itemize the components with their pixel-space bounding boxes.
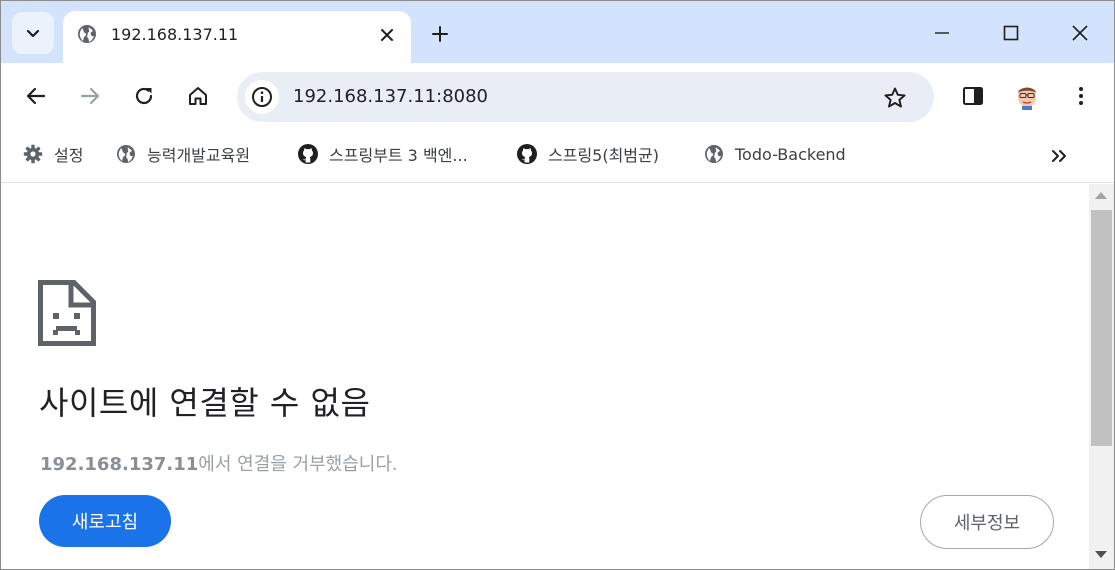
bookmark-item[interactable]: 스프링5(최범균): [516, 141, 659, 167]
globe-icon: [703, 143, 725, 165]
plus-icon: [432, 26, 448, 42]
menu-button[interactable]: [1063, 78, 1099, 114]
refresh-icon: [135, 87, 153, 105]
minimize-button[interactable]: [919, 13, 965, 53]
tab-search-button[interactable]: [12, 12, 54, 54]
close-icon: [381, 29, 393, 41]
error-host: 192.168.137.11: [40, 454, 199, 475]
browser-window: 192.168.137.11 192.168.137.11:8080 설정 능력…: [0, 0, 1115, 570]
profile-avatar-button[interactable]: [1009, 78, 1045, 114]
maximize-button[interactable]: [988, 13, 1034, 53]
double-chevron-right-icon: [1052, 150, 1066, 162]
scrollbar-thumb[interactable]: [1091, 210, 1112, 446]
arrow-right-icon: [80, 87, 100, 105]
side-panel-icon: [963, 87, 983, 105]
back-button[interactable]: [18, 78, 54, 114]
avatar-icon: [1018, 87, 1036, 110]
globe-icon: [115, 143, 137, 165]
sad-document-icon: [38, 280, 96, 346]
toolbar: 192.168.137.11:8080: [1, 63, 1114, 129]
github-icon: [516, 143, 538, 165]
tab-title: 192.168.137.11: [111, 25, 239, 44]
chevron-down-icon: [26, 29, 40, 38]
tab-strip: 192.168.137.11: [1, 1, 1114, 63]
reload-button[interactable]: [126, 78, 162, 114]
forward-button[interactable]: [72, 78, 108, 114]
scroll-up-arrow-icon[interactable]: [1095, 192, 1107, 199]
arrow-left-icon: [26, 87, 46, 105]
reload-page-button[interactable]: 새로고침: [39, 495, 171, 547]
bookmark-item[interactable]: 능력개발교육원: [115, 141, 250, 167]
new-tab-button[interactable]: [425, 19, 455, 49]
bookmark-label: Todo-Backend: [735, 144, 846, 164]
error-description: 192.168.137.11에서 연결을 거부했습니다.: [40, 450, 398, 476]
tab-active[interactable]: 192.168.137.11: [63, 11, 411, 63]
star-icon: [884, 87, 906, 108]
close-icon: [1072, 25, 1088, 41]
home-button[interactable]: [180, 78, 216, 114]
bookmark-label: 스프링부트 3 백엔...: [329, 146, 468, 165]
home-icon: [189, 87, 207, 105]
bookmark-label: 능력개발교육원: [147, 146, 251, 165]
error-message: 에서 연결을 거부했습니다.: [198, 454, 398, 475]
address-bar[interactable]: 192.168.137.11:8080: [237, 72, 934, 122]
bookmarks-overflow-button[interactable]: [1045, 143, 1073, 169]
window-close-button[interactable]: [1057, 13, 1103, 53]
site-info-button[interactable]: [245, 80, 279, 114]
bookmark-label: 스프링5(최범균): [548, 146, 659, 165]
vertical-scrollbar[interactable]: [1089, 184, 1114, 569]
bookmark-label: 설정: [54, 146, 84, 165]
github-icon: [297, 143, 319, 165]
error-title: 사이트에 연결할 수 없음: [39, 384, 371, 422]
side-panel-button[interactable]: [955, 78, 991, 114]
info-icon: [252, 87, 272, 107]
address-url[interactable]: 192.168.137.11:8080: [293, 86, 488, 107]
more-vertical-icon: [1079, 87, 1083, 105]
page-content: 사이트에 연결할 수 없음 192.168.137.11에서 연결을 거부했습니…: [1, 184, 1089, 569]
bookmark-settings[interactable]: 설정: [22, 141, 83, 167]
scroll-down-arrow-icon[interactable]: [1095, 551, 1107, 558]
globe-icon: [78, 25, 96, 43]
bookmark-item[interactable]: 스프링부트 3 백엔...: [297, 141, 468, 167]
details-button[interactable]: 세부정보: [920, 495, 1054, 549]
bookmark-star-button[interactable]: [881, 84, 909, 112]
minimize-icon: [935, 32, 949, 34]
gear-icon: [22, 143, 44, 165]
bookmarks-bar: 설정 능력개발교육원 스프링부트 3 백엔... 스프링5(최범균) Todo-: [1, 129, 1114, 183]
maximize-icon: [1003, 25, 1019, 41]
tab-close-button[interactable]: [374, 22, 400, 48]
bookmark-item[interactable]: Todo-Backend: [703, 141, 846, 167]
